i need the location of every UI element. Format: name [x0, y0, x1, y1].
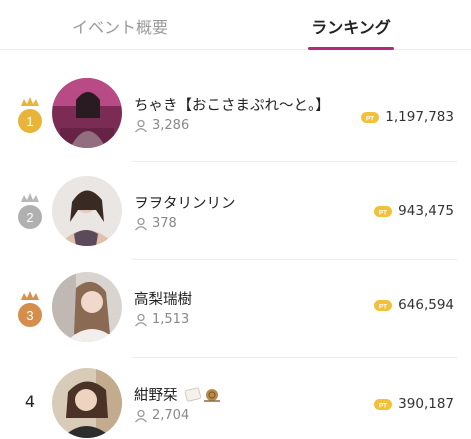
streamer-name-text: 紺野栞 — [134, 388, 178, 404]
rank-medal-gold: 1 — [16, 96, 44, 136]
follower-count-value: 1,513 — [152, 312, 190, 327]
pt-badge-icon: PT — [374, 205, 393, 217]
points-value: 390,187 — [398, 396, 454, 412]
rank-medal-silver: 2 — [16, 192, 44, 232]
follower-count-value: 378 — [152, 216, 177, 231]
follower-count: 3,286 — [134, 118, 189, 133]
tab-event-overview[interactable]: イベント概要 — [30, 14, 210, 50]
follower-count-value: 3,286 — [152, 118, 190, 133]
svg-text:2: 2 — [26, 210, 33, 225]
follower-count-value: 2,704 — [152, 408, 190, 423]
svg-text:3: 3 — [26, 308, 33, 323]
ranking-row-3[interactable]: 3 高梨瑞樹 1,513 PT 646,594 — [0, 258, 471, 358]
crown-icon — [21, 291, 39, 300]
avatar[interactable] — [52, 272, 122, 342]
svg-text:PT: PT — [366, 115, 374, 122]
points-value: 943,475 — [398, 203, 454, 219]
pt-badge-icon: PT — [361, 111, 380, 123]
points: PT 390,187 — [374, 396, 454, 412]
points: PT 943,475 — [374, 203, 454, 219]
follower-count: 378 — [134, 216, 177, 231]
tab-bar: イベント概要 ランキング — [0, 0, 471, 50]
avatar[interactable] — [52, 78, 122, 148]
svg-text:PT: PT — [379, 209, 387, 216]
points: PT 1,197,783 — [361, 109, 454, 125]
follower-count: 1,513 — [134, 312, 189, 327]
ranking-row-2[interactable]: 2 ヲヲタリンリン 378 PT 943,475 — [0, 160, 471, 260]
streamer-name[interactable]: 高梨瑞樹 — [134, 288, 192, 309]
svg-text:1: 1 — [26, 114, 33, 129]
person-icon — [135, 217, 147, 230]
tab-ranking[interactable]: ランキング — [286, 14, 416, 50]
points: PT 646,594 — [374, 297, 454, 313]
person-icon — [135, 409, 147, 422]
crown-icon — [21, 97, 39, 106]
points-value: 1,197,783 — [385, 109, 454, 125]
svg-text:PT: PT — [379, 402, 387, 409]
person-icon — [135, 313, 147, 326]
streamer-name[interactable]: ヲヲタリンリン — [134, 192, 236, 213]
ranking-row-4[interactable]: 4 紺野栞 2,704 PT 390,187 — [0, 356, 471, 439]
person-icon — [135, 119, 147, 132]
svg-text:PT: PT — [379, 303, 387, 310]
streamer-name[interactable]: 紺野栞 — [134, 384, 222, 405]
follower-count: 2,704 — [134, 408, 189, 423]
points-value: 646,594 — [398, 297, 454, 313]
pt-badge-icon: PT — [374, 398, 393, 410]
emoji-decoration-icon — [184, 387, 221, 402]
avatar[interactable] — [52, 176, 122, 246]
crown-icon — [21, 193, 39, 202]
rank-medal-bronze: 3 — [16, 290, 44, 330]
rank-number: 4 — [24, 392, 36, 411]
streamer-name[interactable]: ちゃき【おこさまぷれ〜と。】 — [134, 94, 330, 115]
avatar[interactable] — [52, 368, 122, 438]
ranking-row-1[interactable]: 1 ちゃき【おこさまぷれ〜と。】 3,286 PT 1,197,783 — [0, 62, 471, 162]
pt-badge-icon: PT — [374, 299, 393, 311]
active-tab-indicator — [308, 47, 394, 50]
